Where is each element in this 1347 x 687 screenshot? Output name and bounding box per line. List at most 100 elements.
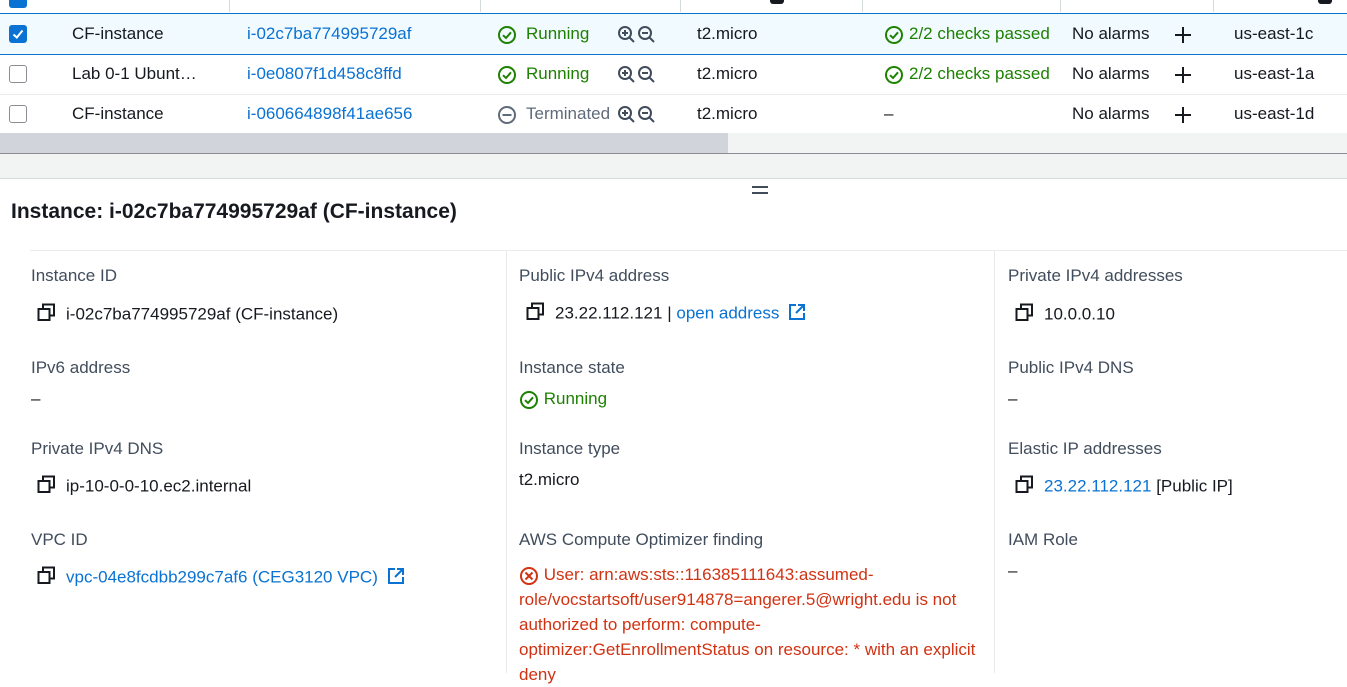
check-circle-icon bbox=[519, 389, 544, 409]
divider bbox=[30, 250, 1347, 251]
drag-handle-icon[interactable] bbox=[752, 182, 768, 198]
zoom-out-icon[interactable] bbox=[637, 14, 657, 54]
copy-icon[interactable] bbox=[37, 303, 56, 327]
instance-state: Running bbox=[526, 24, 590, 43]
zoom-in-icon[interactable] bbox=[617, 14, 637, 54]
add-alarm-icon[interactable] bbox=[1173, 94, 1193, 134]
status-check: 2/2 checks passed bbox=[909, 24, 1050, 43]
open-address-link[interactable]: open address bbox=[676, 303, 779, 322]
availability-zone: us-east-1c bbox=[1234, 24, 1314, 43]
column-separator bbox=[680, 0, 681, 12]
optimizer-error: User: arn:aws:sts::116385111643:assumed-… bbox=[519, 562, 979, 687]
instance-state-label: Instance state bbox=[519, 358, 625, 377]
select-all-checkbox[interactable] bbox=[9, 0, 27, 8]
elastic-ip-value: 23.22.112.121 [Public IP] bbox=[1015, 475, 1233, 499]
vpc-id-link[interactable]: vpc-04e8fcdbb299c7af6 (CEG3120 VPC) bbox=[66, 567, 378, 586]
check-circle-icon bbox=[497, 14, 517, 54]
instance-id-text: i-02c7ba774995729af (CF-instance) bbox=[66, 304, 339, 324]
horizontal-scrollbar[interactable] bbox=[0, 133, 1347, 154]
private-ipv4-value: 10.0.0.10 bbox=[1015, 303, 1115, 327]
status-check: – bbox=[884, 104, 894, 123]
table-row[interactable]: CF-instance i-060664898f41ae656 Terminat… bbox=[0, 94, 1347, 135]
row-checkbox[interactable] bbox=[9, 105, 27, 123]
check-circle-icon bbox=[497, 54, 517, 94]
availability-zone: us-east-1d bbox=[1234, 104, 1315, 123]
copy-icon[interactable] bbox=[37, 475, 56, 499]
private-dns-text: ip-10-0-0-10.ec2.internal bbox=[66, 476, 252, 496]
public-ipv4-text: 23.22.112.121 bbox=[555, 303, 663, 323]
minus-circle-icon bbox=[497, 94, 517, 134]
check-circle-icon bbox=[884, 54, 904, 94]
column-separator bbox=[229, 0, 230, 12]
instance-type-label: Instance type bbox=[519, 439, 621, 458]
column-separator bbox=[480, 0, 481, 12]
error-circle-icon bbox=[519, 565, 544, 585]
instance-id-value: i-02c7ba774995729af (CF-instance) bbox=[37, 303, 338, 327]
public-ipv4-label: Public IPv4 address bbox=[519, 266, 670, 285]
header-text-fragment bbox=[770, 0, 784, 4]
optimizer-error-text: User: arn:aws:sts::116385111643:assumed-… bbox=[519, 565, 976, 684]
header-text-fragment bbox=[1318, 0, 1332, 4]
copy-icon[interactable] bbox=[1015, 303, 1034, 327]
instance-type: t2.micro bbox=[697, 104, 758, 123]
add-alarm-icon[interactable] bbox=[1173, 54, 1193, 94]
zoom-out-icon[interactable] bbox=[637, 54, 657, 94]
split-panel-divider bbox=[0, 154, 1347, 179]
external-link-icon[interactable] bbox=[387, 567, 405, 590]
elastic-ip-suffix: [Public IP] bbox=[1156, 476, 1233, 496]
check-circle-icon bbox=[884, 14, 904, 54]
private-dns-value: ip-10-0-0-10.ec2.internal bbox=[37, 475, 251, 499]
instance-state: Terminated bbox=[526, 104, 611, 123]
copy-icon[interactable] bbox=[1015, 475, 1034, 499]
instance-type-value: t2.micro bbox=[519, 470, 580, 489]
instance-id-link[interactable]: i-0e0807f1d458c8ffd bbox=[247, 54, 402, 94]
private-dns-label: Private IPv4 DNS bbox=[31, 439, 164, 458]
private-ipv4-text: 10.0.0.10 bbox=[1044, 304, 1115, 324]
separator: | bbox=[667, 303, 672, 323]
elastic-ip-label: Elastic IP addresses bbox=[1008, 439, 1162, 458]
zoom-out-icon[interactable] bbox=[637, 94, 657, 134]
vpc-id-value: vpc-04e8fcdbb299c7af6 (CEG3120 VPC) bbox=[37, 566, 405, 590]
alarm-status: No alarms bbox=[1072, 104, 1150, 123]
instance-name: Lab 0-1 Ubunt… bbox=[72, 64, 197, 83]
alarm-status: No alarms bbox=[1072, 64, 1150, 83]
instance-id-label: Instance ID bbox=[31, 266, 117, 285]
table-row[interactable]: Lab 0-1 Ubunt… i-0e0807f1d458c8ffd Runni… bbox=[0, 54, 1347, 95]
ipv6-label: IPv6 address bbox=[31, 358, 131, 377]
instance-name: CF-instance bbox=[72, 104, 164, 123]
public-dns-label: Public IPv4 DNS bbox=[1008, 358, 1134, 377]
instance-state-value: Running bbox=[519, 389, 607, 410]
copy-icon[interactable] bbox=[526, 302, 545, 326]
row-checkbox[interactable] bbox=[9, 25, 27, 43]
instance-type: t2.micro bbox=[697, 64, 758, 83]
instance-id-link[interactable]: i-060664898f41ae656 bbox=[247, 94, 412, 134]
external-link-icon[interactable] bbox=[788, 303, 806, 326]
instance-name: CF-instance bbox=[72, 24, 164, 43]
column-separator bbox=[1060, 0, 1061, 12]
public-dns-value: – bbox=[1008, 389, 1018, 408]
iam-role-label: IAM Role bbox=[1008, 530, 1078, 549]
column-divider bbox=[994, 251, 995, 673]
private-ipv4-label: Private IPv4 addresses bbox=[1008, 266, 1183, 285]
copy-icon[interactable] bbox=[37, 566, 56, 590]
availability-zone: us-east-1a bbox=[1234, 64, 1315, 83]
zoom-in-icon[interactable] bbox=[617, 94, 637, 134]
zoom-in-icon[interactable] bbox=[617, 54, 637, 94]
details-title: Instance: i-02c7ba774995729af (CF-instan… bbox=[11, 200, 457, 223]
instance-type: t2.micro bbox=[697, 24, 758, 43]
instance-state-text: Running bbox=[543, 389, 608, 408]
vpc-id-label: VPC ID bbox=[31, 530, 88, 549]
scrollbar-thumb[interactable] bbox=[0, 133, 728, 153]
status-check: 2/2 checks passed bbox=[909, 64, 1050, 83]
column-separator bbox=[1213, 0, 1214, 12]
alarm-status: No alarms bbox=[1072, 24, 1150, 43]
optimizer-label: AWS Compute Optimizer finding bbox=[519, 530, 764, 549]
row-checkbox[interactable] bbox=[9, 65, 27, 83]
public-ipv4-value: 23.22.112.121 | open address bbox=[526, 302, 806, 326]
table-row[interactable]: CF-instance i-02c7ba774995729af Running … bbox=[0, 13, 1347, 55]
instance-id-link[interactable]: i-02c7ba774995729af bbox=[247, 14, 411, 54]
elastic-ip-link[interactable]: 23.22.112.121 bbox=[1044, 476, 1151, 495]
add-alarm-icon[interactable] bbox=[1173, 14, 1193, 54]
ipv6-value: – bbox=[31, 389, 41, 408]
iam-role-value: – bbox=[1008, 561, 1018, 580]
